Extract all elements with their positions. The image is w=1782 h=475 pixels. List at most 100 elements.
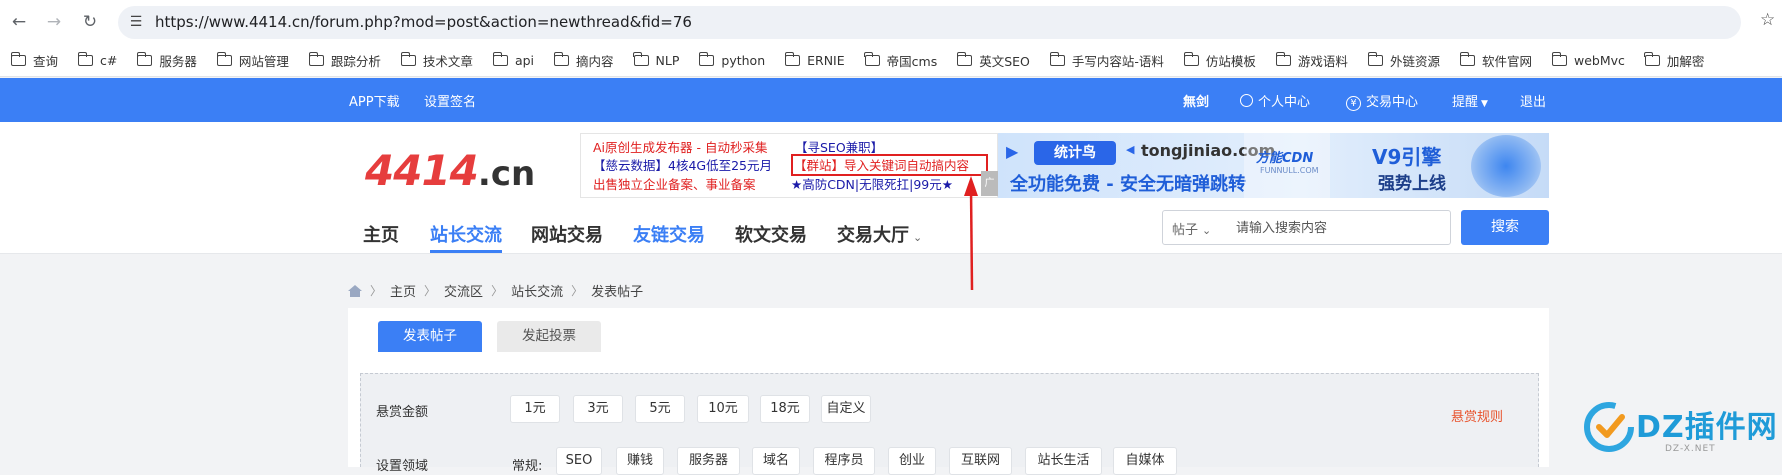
bookmark-item[interactable]: NLP: [633, 52, 680, 68]
bookmark-item[interactable]: 外链资源: [1367, 51, 1440, 70]
trade-center-link[interactable]: ¥ 交易中心: [1346, 91, 1418, 111]
folder-icon: [784, 52, 801, 66]
bookmark-item[interactable]: api: [492, 52, 534, 68]
bookmark-item[interactable]: ERNIE: [784, 52, 845, 68]
breadcrumb-separator: 〉: [571, 284, 584, 298]
search-button[interactable]: 搜索: [1461, 210, 1549, 245]
bookmark-item[interactable]: 技术文章: [400, 51, 473, 70]
bookmark-label: 英文SEO: [979, 54, 1030, 69]
bookmark-label: 帝国cms: [886, 54, 938, 69]
bookmark-item[interactable]: 查询: [10, 51, 59, 70]
search-type-select[interactable]: 帖子 ⌄: [1172, 219, 1211, 238]
personal-center-link[interactable]: 个人中心: [1240, 91, 1310, 110]
reward-option[interactable]: 1元: [510, 395, 560, 423]
site-info-icon[interactable]: ☰: [126, 12, 146, 32]
reward-option[interactable]: 18元: [760, 395, 810, 423]
bookmark-label: 摘内容: [576, 54, 614, 69]
bookmark-item[interactable]: 手写内容站-语料: [1049, 51, 1164, 70]
nav-item-home[interactable]: 主页: [363, 221, 399, 247]
watermark-text: DZ插件网: [1636, 410, 1778, 445]
annotation-arrow: [964, 176, 978, 290]
domain-option[interactable]: 自媒体: [1113, 447, 1177, 475]
chevron-down-icon: ⌄: [913, 231, 923, 244]
bookmark-item[interactable]: 帝国cms: [864, 51, 938, 70]
domain-group-label: 常规:: [512, 459, 543, 474]
reward-rules-link[interactable]: 悬赏规则: [1451, 406, 1503, 425]
folder-icon: [400, 52, 416, 66]
app-download-link[interactable]: APP下载: [349, 91, 400, 110]
tab-new-post[interactable]: 发表帖子: [378, 321, 482, 352]
banner-brand: 统计鸟: [1034, 141, 1116, 165]
nav-item-webmaster[interactable]: 站长交流: [430, 221, 502, 247]
folder-icon: [1551, 52, 1567, 66]
reminder-menu[interactable]: 提醒 ▼: [1452, 91, 1488, 110]
bookmark-label: NLP: [655, 53, 680, 68]
bookmark-item[interactable]: 游戏语料: [1275, 51, 1348, 70]
bookmark-item[interactable]: webMvc: [1551, 52, 1625, 68]
search-input[interactable]: [1234, 216, 1444, 240]
bookmark-item[interactable]: 仿站模板: [1183, 51, 1256, 70]
bookmark-item[interactable]: 加解密: [1644, 51, 1704, 70]
bookmark-item[interactable]: python: [698, 52, 765, 68]
bookmark-item[interactable]: 跟踪分析: [308, 51, 381, 70]
home-icon[interactable]: [348, 284, 362, 297]
nav-item-article-trade[interactable]: 软文交易: [735, 221, 807, 247]
banner-arrow-icon: ◀: [1126, 143, 1135, 156]
nav-item-link-trade[interactable]: 友链交易: [633, 221, 705, 247]
domain-label: 设置领域: [376, 459, 429, 474]
domain-option[interactable]: SEO: [556, 447, 602, 475]
bookmark-star-icon[interactable]: ☆: [1760, 10, 1775, 30]
domain-option[interactable]: 互联网: [949, 447, 1012, 475]
site-logo[interactable]: 4414.cn: [365, 150, 535, 192]
url-text[interactable]: https://www.4414.cn/forum.php?mod=post&a…: [155, 13, 692, 31]
folder-icon: [136, 52, 153, 66]
reward-option[interactable]: 3元: [573, 395, 623, 423]
domain-option[interactable]: 赚钱: [616, 447, 664, 475]
chevron-down-icon: ⌄: [1202, 224, 1212, 237]
domain-option[interactable]: 程序员: [813, 447, 875, 475]
reward-option[interactable]: 10元: [697, 395, 749, 423]
folder-icon: [1275, 52, 1291, 66]
breadcrumb-forum[interactable]: 站长交流: [511, 281, 563, 300]
nav-item-site-trade[interactable]: 网站交易: [531, 221, 603, 247]
search-type-label: 帖子: [1172, 223, 1199, 238]
reward-option[interactable]: 5元: [635, 395, 685, 423]
reload-icon[interactable]: ↻: [78, 10, 102, 34]
bookmark-item[interactable]: 摘内容: [553, 51, 614, 70]
domain-option[interactable]: 站长生活: [1025, 447, 1102, 475]
play-arrow-icon: ▶: [1006, 142, 1019, 161]
bookmark-item[interactable]: 英文SEO: [956, 51, 1030, 70]
tab-new-poll[interactable]: 发起投票: [497, 321, 601, 352]
personal-center-label: 个人中心: [1258, 95, 1311, 110]
set-signature-link[interactable]: 设置签名: [424, 91, 476, 110]
forward-arrow-icon[interactable]: →: [42, 10, 66, 34]
bookmark-item[interactable]: 服务器: [136, 51, 197, 70]
bookmark-label: 手写内容站-语料: [1071, 54, 1164, 69]
domain-option[interactable]: 服务器: [677, 447, 740, 475]
banner-ad[interactable]: ▶ 统计鸟 ◀ tongjiniao.com 全功能免费 - 安全无暗弹跳转 方…: [998, 133, 1549, 198]
bookmark-item[interactable]: c#: [77, 52, 117, 68]
breadcrumb-home[interactable]: 主页: [390, 281, 416, 300]
domain-option[interactable]: 创业: [888, 447, 936, 475]
bookmark-item[interactable]: 网站管理: [216, 51, 289, 70]
bookmark-label: 服务器: [159, 54, 197, 69]
bookmark-label: 技术文章: [422, 54, 473, 69]
bookmarks-bar: 查询 c# 服务器 网站管理 跟踪分析 技术文章 api 摘内容 NLP python ERNIE 帝…: [0, 45, 1782, 77]
domain-option[interactable]: 域名: [752, 447, 800, 475]
username-link[interactable]: 無剑: [1183, 91, 1209, 110]
back-arrow-icon[interactable]: ←: [7, 10, 31, 34]
bookmark-label: 查询: [33, 54, 59, 69]
nav-item-trade-hall[interactable]: 交易大厅 ⌄: [837, 221, 922, 247]
bookmark-item[interactable]: 软件官网: [1459, 51, 1532, 70]
ad-link-1[interactable]: Ai原创生成发布器 - 自动秒采集: [593, 138, 767, 157]
ad-link-3[interactable]: 【慈云数据】4核4G低至25元月: [593, 156, 772, 175]
ad-link-6[interactable]: ★高防CDN|无限死扛|99元★: [791, 175, 953, 194]
logout-link[interactable]: 退出: [1520, 91, 1546, 110]
ad-link-5[interactable]: 出售独立企业备案、事业备案: [593, 175, 756, 194]
reward-option-custom[interactable]: 自定义: [821, 395, 871, 423]
folder-icon: [633, 52, 649, 66]
folder-icon: [77, 52, 94, 66]
breadcrumb-section[interactable]: 交流区: [444, 281, 483, 300]
breadcrumb-separator: 〉: [491, 284, 504, 298]
logo-main: 4414: [365, 146, 479, 195]
